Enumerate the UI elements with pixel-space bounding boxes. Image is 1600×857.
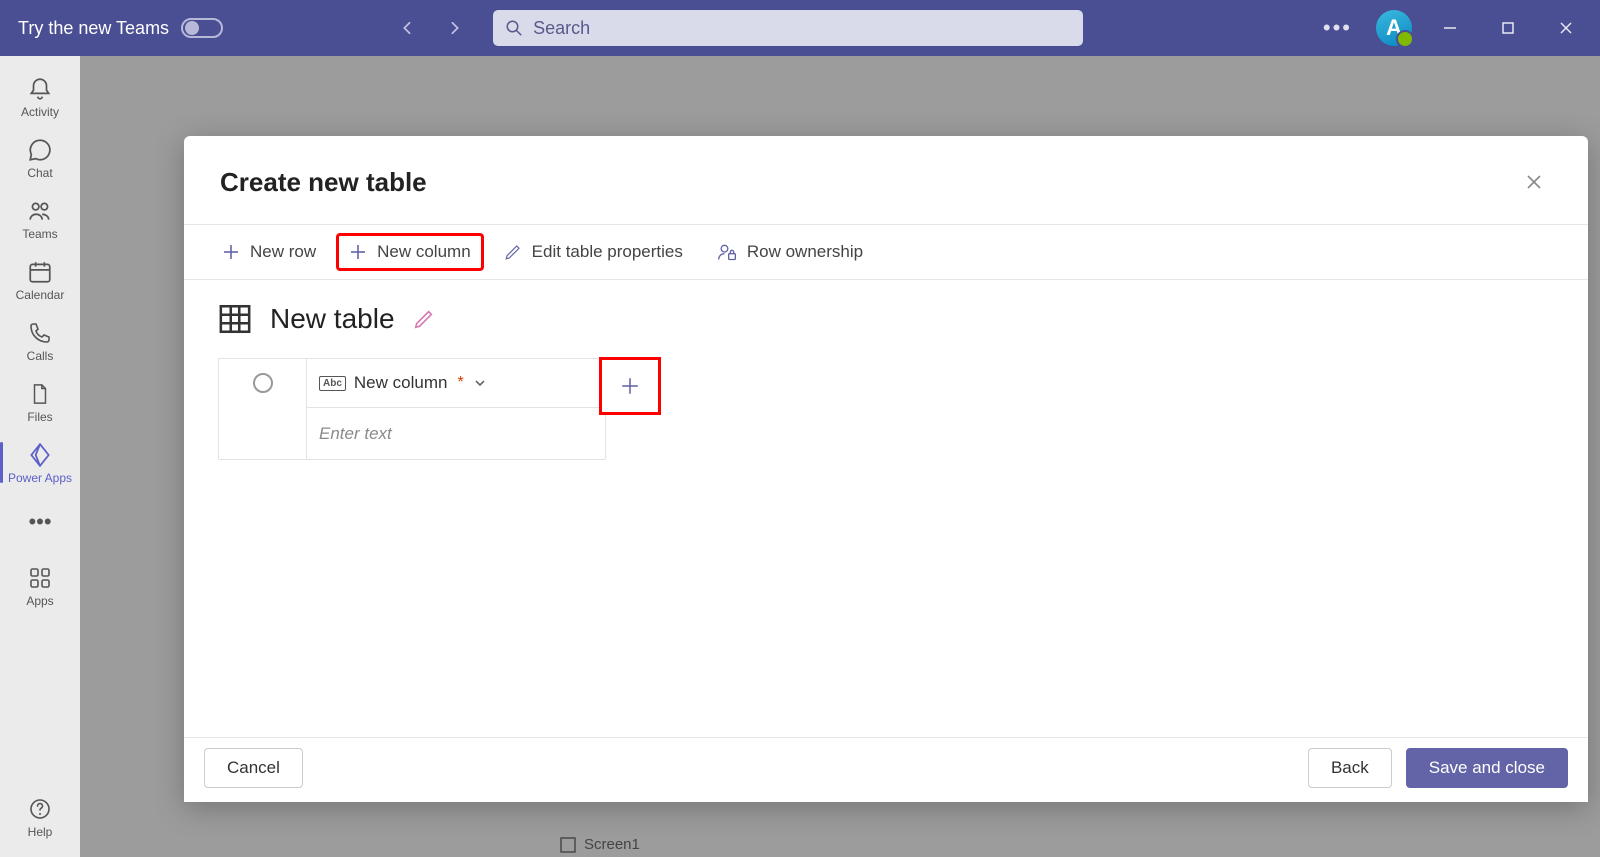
column-header[interactable]: Abc New column * — [307, 359, 605, 407]
rail-item-activity[interactable]: Activity — [5, 66, 75, 127]
titlebar-more-button[interactable]: ••• — [1317, 15, 1358, 41]
rail-item-calendar[interactable]: Calendar — [5, 249, 75, 310]
nav-arrows — [393, 14, 469, 42]
search-icon — [505, 19, 523, 37]
try-new-teams-toggle-area: Try the new Teams — [0, 18, 223, 39]
modal-title: Create new table — [220, 167, 427, 198]
rail-label-powerapps: Power Apps — [8, 471, 72, 485]
rail-label-help: Help — [28, 825, 53, 839]
cancel-button[interactable]: Cancel — [204, 748, 303, 788]
save-and-close-button[interactable]: Save and close — [1406, 748, 1568, 788]
add-column-button[interactable] — [599, 357, 661, 415]
table-grid: Abc New column * — [218, 358, 606, 460]
radio-empty-icon — [253, 373, 273, 393]
apps-icon — [28, 565, 52, 591]
avatar[interactable]: A — [1376, 10, 1412, 46]
rail-label-apps: Apps — [26, 594, 53, 608]
powerapps-icon — [27, 442, 53, 468]
calendar-icon — [27, 259, 53, 285]
new-row-label: New row — [250, 242, 316, 262]
rail-label-calls: Calls — [27, 349, 54, 363]
new-column-label: New column — [377, 242, 471, 262]
column-header-label: New column — [354, 373, 448, 393]
app-shell: Activity Chat Teams Calendar Calls — [0, 56, 1600, 857]
row-ownership-label: Row ownership — [747, 242, 863, 262]
select-all-cell[interactable] — [219, 359, 307, 407]
bg-screen-label: Screen1 — [584, 836, 640, 853]
row-ownership-button[interactable]: Row ownership — [703, 234, 877, 270]
rail-label-calendar: Calendar — [16, 288, 65, 302]
rename-table-button[interactable] — [413, 308, 435, 330]
try-new-teams-toggle[interactable] — [181, 18, 223, 38]
plus-icon — [620, 376, 640, 396]
search-input[interactable]: Search — [493, 10, 1083, 46]
close-icon — [1525, 173, 1543, 191]
plus-icon — [349, 243, 367, 261]
teams-icon — [27, 198, 53, 224]
new-column-button[interactable]: New column — [336, 233, 484, 271]
save-close-label: Save and close — [1429, 758, 1545, 778]
new-row-button[interactable]: New row — [208, 234, 330, 270]
modal-body: New table Abc New column — [184, 280, 1588, 737]
rail-item-help[interactable]: Help — [5, 786, 75, 857]
edit-table-properties-button[interactable]: Edit table properties — [490, 234, 697, 270]
app-rail: Activity Chat Teams Calendar Calls — [0, 56, 80, 857]
edit-props-label: Edit table properties — [532, 242, 683, 262]
chevron-down-icon — [474, 377, 486, 389]
rail-item-chat[interactable]: Chat — [5, 127, 75, 188]
cell-placeholder: Enter text — [319, 424, 392, 444]
modal-header: Create new table — [184, 136, 1588, 224]
bell-icon — [27, 76, 53, 102]
search-placeholder: Search — [533, 18, 590, 39]
avatar-initial: A — [1386, 15, 1402, 41]
bg-screen-item: Screen1 — [560, 836, 640, 853]
help-icon — [28, 796, 52, 822]
rail-item-calls[interactable]: Calls — [5, 310, 75, 371]
window-maximize-button[interactable] — [1488, 8, 1528, 48]
try-new-teams-label: Try the new Teams — [18, 18, 169, 39]
rail-label-chat: Chat — [27, 166, 52, 180]
rail-item-powerapps[interactable]: Power Apps — [5, 432, 75, 493]
nav-forward-button[interactable] — [441, 14, 469, 42]
table-header-row: Abc New column * — [219, 359, 605, 407]
back-button[interactable]: Back — [1308, 748, 1392, 788]
rail-item-teams[interactable]: Teams — [5, 188, 75, 249]
person-lock-icon — [717, 242, 737, 262]
rail-more-button[interactable]: ••• — [28, 497, 51, 547]
window-close-button[interactable] — [1546, 8, 1586, 48]
text-type-icon: Abc — [319, 376, 346, 391]
table-row: Enter text — [219, 407, 605, 459]
rail-label-teams: Teams — [22, 227, 57, 241]
file-icon — [29, 381, 51, 407]
create-table-modal: Create new table New row — [184, 136, 1588, 802]
rail-item-apps[interactable]: Apps — [5, 555, 75, 616]
modal-toolbar: New row New column Edit table properties — [184, 224, 1588, 280]
nav-back-button[interactable] — [393, 14, 421, 42]
rail-label-activity: Activity — [21, 105, 59, 119]
titlebar-right: ••• A — [1317, 0, 1600, 56]
row-select-cell[interactable] — [219, 407, 307, 459]
modal-close-button[interactable] — [1516, 164, 1552, 200]
chat-icon — [27, 137, 53, 163]
rail-item-files[interactable]: Files — [5, 371, 75, 432]
plus-icon — [222, 243, 240, 261]
pencil-icon — [413, 308, 435, 330]
back-label: Back — [1331, 758, 1369, 778]
cancel-label: Cancel — [227, 758, 280, 778]
pencil-icon — [504, 243, 522, 261]
window-minimize-button[interactable] — [1430, 8, 1470, 48]
titlebar: Try the new Teams Search ••• A — [0, 0, 1600, 56]
table-title-row: New table — [218, 302, 1554, 336]
rail-label-files: Files — [27, 410, 52, 424]
main-background: Screen1 Create new table New row — [80, 56, 1600, 857]
phone-icon — [28, 320, 52, 346]
modal-footer: Cancel Back Save and close — [184, 737, 1588, 802]
cell-input[interactable]: Enter text — [307, 407, 605, 459]
required-star-icon: * — [457, 374, 463, 392]
table-name-label: New table — [270, 303, 395, 335]
table-icon — [218, 302, 252, 336]
